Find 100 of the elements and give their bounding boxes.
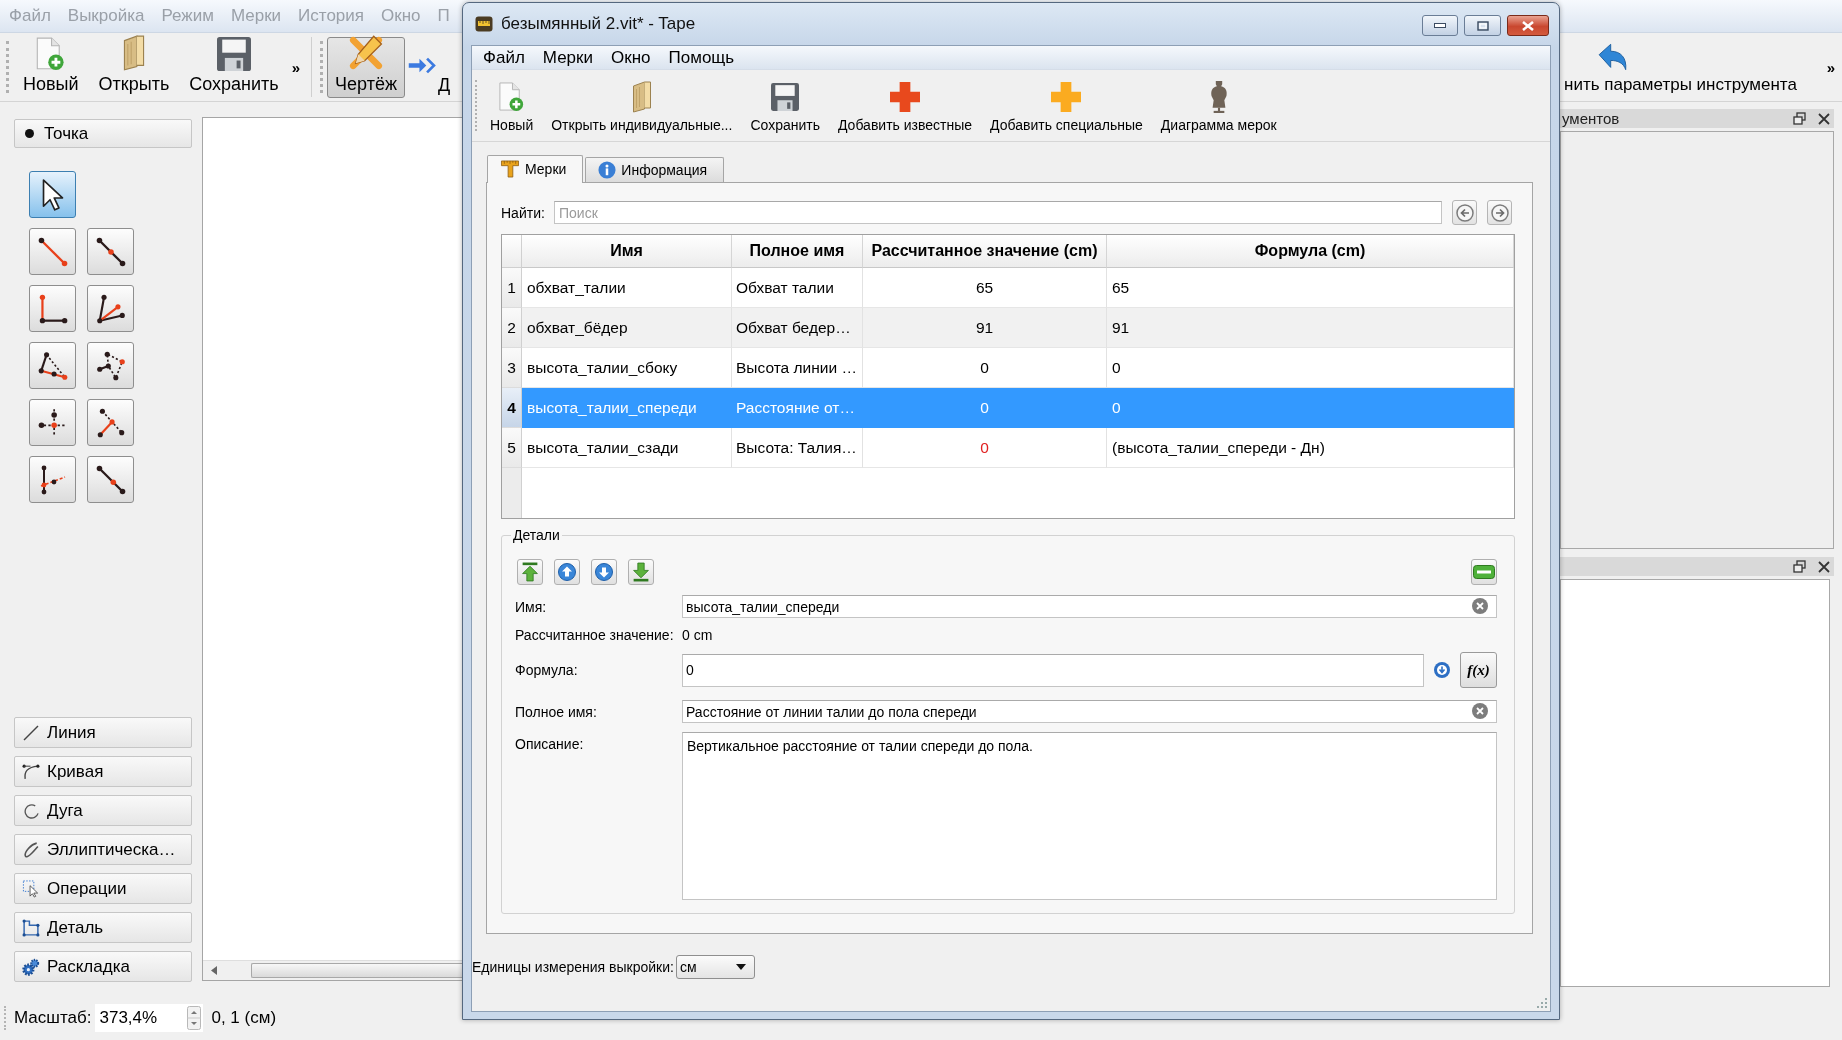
move-to-bottom-button[interactable]: [628, 559, 654, 585]
toolbar-button[interactable]: Открыть: [88, 33, 180, 101]
tool-group-button[interactable]: Кривая: [14, 756, 192, 787]
restore-icon[interactable]: [1793, 560, 1806, 573]
column-header[interactable]: Полное имя: [732, 235, 863, 268]
dress-form-icon: [1208, 81, 1229, 113]
tool-button[interactable]: [87, 456, 134, 503]
row-header-strip: [502, 468, 522, 518]
toolbar-button[interactable]: Диаграмма мерок: [1151, 70, 1286, 141]
toolbar-grip[interactable]: [320, 41, 324, 93]
table-cell: 0: [863, 428, 1107, 468]
pointer-icon: [41, 178, 64, 211]
column-header[interactable]: Рассчитанное значение (cm): [863, 235, 1107, 268]
toolbar-button[interactable]: Сохранить: [179, 33, 289, 101]
field-label: Описание:: [515, 735, 585, 752]
tool-button[interactable]: [87, 228, 134, 275]
dotted-cross-icon: [37, 407, 68, 438]
tool-group-button[interactable]: Эллиптическа…: [14, 834, 192, 865]
segment-midpoint-icon: [95, 236, 126, 267]
tab[interactable]: Мерки: [487, 155, 584, 183]
toolbar-button[interactable]: Новый: [481, 70, 543, 141]
toolbar-grip[interactable]: [6, 41, 9, 93]
column-header[interactable]: Формула (cm): [1107, 235, 1514, 268]
toolbar-button[interactable]: Открыть индивидуальные...: [542, 70, 742, 141]
scrollbar-thumb[interactable]: [251, 963, 462, 978]
toolbar-button[interactable]: Новый: [13, 33, 89, 101]
tool-group-button[interactable]: Деталь: [14, 912, 192, 943]
angle-rays-icon: [95, 293, 126, 324]
left-arrow-icon[interactable]: [210, 966, 218, 975]
toolbar-button[interactable]: Д: [437, 33, 452, 101]
horizontal-scrollbar[interactable]: [203, 960, 462, 980]
spin-arrows-icon[interactable]: [187, 1006, 202, 1030]
toolbar-button[interactable]: Добавить известные: [829, 70, 982, 141]
toolbar-button[interactable]: Добавить специальные: [981, 70, 1152, 141]
overflow-button[interactable]: »: [288, 58, 304, 76]
menu-item[interactable]: Окно: [602, 47, 660, 68]
tool-group-button[interactable]: Точка: [14, 119, 192, 148]
toolbar-button[interactable]: Чертёж: [327, 37, 405, 98]
clear-icon[interactable]: [1472, 598, 1488, 614]
menu-item[interactable]: Файл: [474, 47, 534, 68]
close-icon[interactable]: [1818, 560, 1830, 573]
close-icon[interactable]: [1818, 112, 1830, 125]
zoom-spinbox[interactable]: 373,4%: [95, 1004, 204, 1032]
move-down-button[interactable]: [591, 559, 617, 585]
previous-button[interactable]: [1452, 200, 1477, 225]
tool-button[interactable]: [29, 342, 76, 389]
table-row[interactable]: 4 высота_талии_спереди Расстояние от… 0 0: [502, 388, 1514, 428]
tool-button[interactable]: [29, 285, 76, 332]
gears-icon: [22, 957, 40, 976]
tool-button[interactable]: [87, 342, 134, 389]
row-number: 5: [502, 428, 522, 468]
overflow-button[interactable]: »: [1823, 58, 1838, 76]
tool-button[interactable]: [29, 456, 76, 503]
function-button[interactable]: f(x): [1460, 652, 1497, 688]
size-grip-icon: [1536, 997, 1548, 1009]
tool-group-button[interactable]: Раскладка: [14, 951, 192, 982]
menu-item[interactable]: Мерки: [533, 47, 602, 68]
table-row[interactable]: 1 обхват_талии Обхват талии 65 65: [502, 268, 1514, 308]
column-header[interactable]: Имя: [522, 235, 732, 268]
description-field[interactable]: Вертикальное расстояние от талии спереди до пола.: [682, 732, 1497, 900]
table-cell: высота_талии_сбоку: [522, 348, 732, 388]
table-cell: 65: [863, 268, 1107, 308]
tool-group-button[interactable]: Линия: [14, 717, 192, 748]
toolbar-button[interactable]: нить параметры инструмента: [1562, 33, 1797, 101]
maximize-button[interactable]: [1464, 15, 1501, 36]
right-angle-icon: [37, 293, 68, 324]
name-field[interactable]: высота_талии_спереди: [682, 595, 1497, 618]
menu-item[interactable]: Помощь: [659, 47, 744, 68]
close-button[interactable]: [1507, 15, 1549, 36]
remove-button[interactable]: [1471, 559, 1497, 585]
tool-group-button[interactable]: Дуга: [14, 795, 192, 826]
tool-button[interactable]: [87, 285, 134, 332]
info-icon: [598, 161, 617, 179]
move-up-button[interactable]: [554, 559, 580, 585]
move-to-top-button[interactable]: [517, 559, 543, 585]
search-field[interactable]: Поиск: [554, 201, 1442, 224]
arc-icon: [23, 802, 39, 819]
pencil-cross-icon: [348, 35, 385, 71]
table-cell: 0: [863, 388, 1107, 428]
tool-button[interactable]: [29, 171, 76, 218]
tab[interactable]: Информация: [585, 157, 725, 182]
tool-button[interactable]: [87, 399, 134, 446]
units-label: Единицы измерения выкройки:: [472, 959, 674, 975]
table-row[interactable]: 5 высота_талии_сзади Высота: Талия… 0 (высота_талии_спереди - Дн): [502, 428, 1514, 468]
toolbar-button[interactable]: Сохранить: [741, 70, 829, 141]
formula-field[interactable]: 0: [682, 653, 1424, 687]
clear-icon[interactable]: [1472, 703, 1488, 719]
minimize-button[interactable]: [1422, 15, 1458, 36]
units-combo[interactable]: см: [675, 955, 755, 979]
table-row[interactable]: 2 обхват_бёдер Обхват бедер… 91 91: [502, 308, 1514, 348]
restore-icon[interactable]: [1793, 112, 1806, 125]
table-cell: Высота линии …: [732, 348, 863, 388]
tool-button[interactable]: [29, 399, 76, 446]
next-button[interactable]: [1487, 200, 1512, 225]
table-cell: высота_талии_сзади: [522, 428, 732, 468]
table-row[interactable]: 3 высота_талии_сбоку Высота линии … 0 0: [502, 348, 1514, 388]
tool-group-button[interactable]: Операции: [14, 873, 192, 904]
table-cell: 0: [1107, 388, 1514, 428]
down-arrow-icon[interactable]: [1434, 662, 1450, 678]
full-name-field[interactable]: Расстояние от линии талии до пола спереди: [682, 700, 1497, 723]
